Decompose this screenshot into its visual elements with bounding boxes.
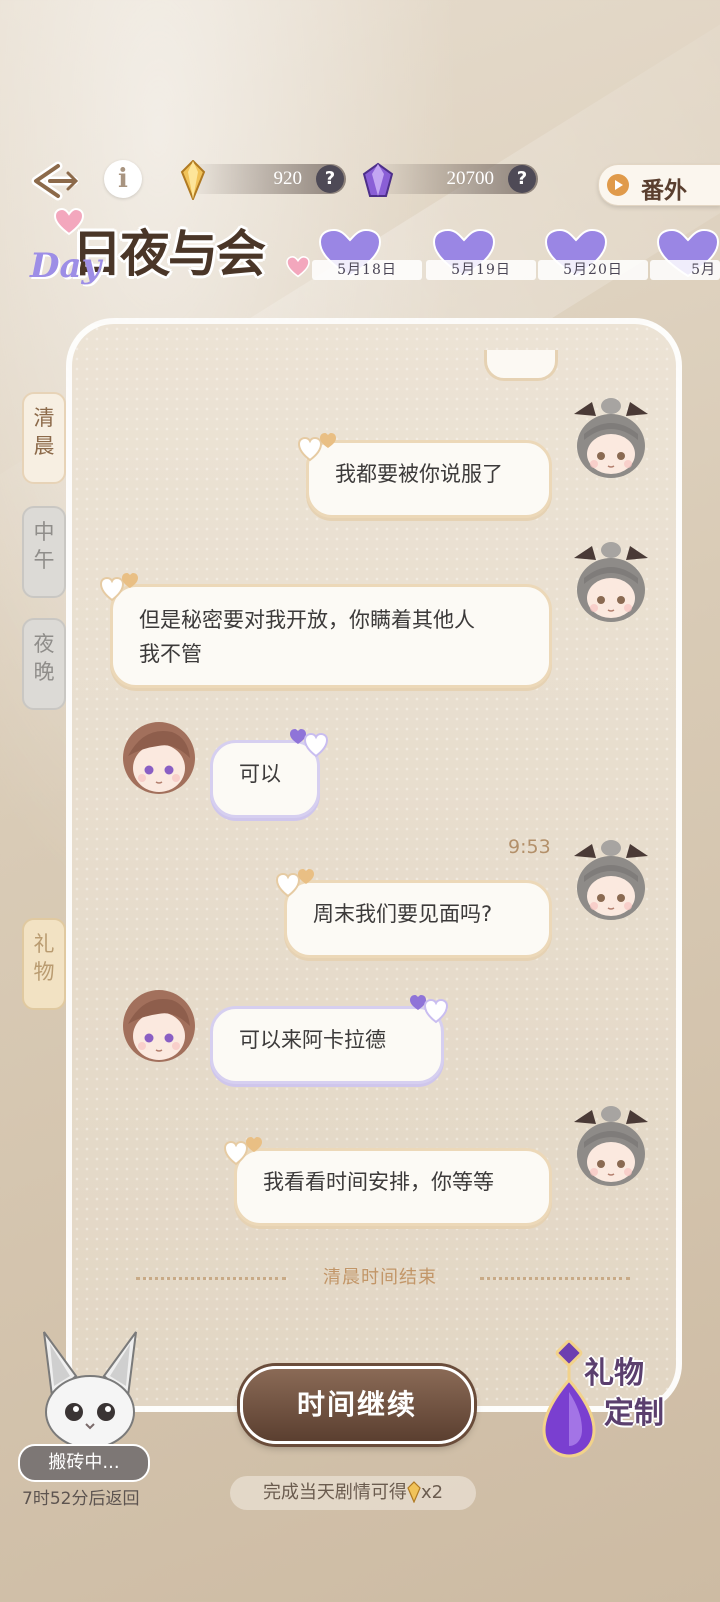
- purple-help-button[interactable]: ?: [508, 165, 536, 193]
- reward-note: 完成当天剧情可得 x2: [230, 1476, 476, 1510]
- message-text: 我不管: [139, 642, 202, 666]
- chat-bubble-player: 我都要被你说服了: [306, 440, 552, 518]
- tab-morning-label: 清晨: [33, 406, 55, 458]
- date-item[interactable]: 5月19日: [426, 228, 536, 288]
- player-avatar: [574, 542, 648, 622]
- message-text: 但是秘密要对我开放，你瞒着其他人: [139, 608, 475, 632]
- chat-bubble-player: 我看看时间安排，你等等: [234, 1148, 552, 1226]
- player-avatar: [574, 840, 648, 920]
- back-button[interactable]: [28, 160, 80, 202]
- npc-avatar: [123, 722, 195, 794]
- message-text: 我看看时间安排，你等等: [263, 1170, 494, 1194]
- gold-crystal-icon: [180, 160, 206, 200]
- heart-icon: [224, 1137, 262, 1166]
- gift-custom-button[interactable]: 礼物 定制: [528, 1340, 698, 1460]
- reward-note-multiplier: x2: [420, 1482, 444, 1503]
- purple-amount: 20700: [446, 168, 495, 189]
- npc-avatar: [123, 990, 195, 1062]
- date-item[interactable]: 5月: [650, 228, 720, 288]
- date-item[interactable]: 5月20日: [538, 228, 648, 288]
- date-item[interactable]: 5月18日: [312, 228, 422, 288]
- info-button[interactable]: i: [104, 160, 142, 198]
- player-avatar: [574, 398, 648, 478]
- back-arrow-icon: [31, 161, 79, 201]
- pet-status: 搬砖中...: [18, 1444, 150, 1482]
- event-day-label: Day: [30, 246, 102, 286]
- date-label: 5月19日: [426, 260, 536, 280]
- play-icon: [607, 174, 629, 196]
- tab-noon[interactable]: 中午: [22, 506, 66, 598]
- message-timestamp: 9:53: [508, 836, 551, 858]
- tab-gift-label: 礼物: [33, 932, 55, 984]
- gold-amount: 920: [273, 168, 303, 189]
- extra-story-label: 番外: [641, 177, 687, 204]
- gift-custom-label: 礼物 定制: [584, 1354, 694, 1434]
- gold-currency: 920 ?: [186, 164, 346, 194]
- gold-crystal-icon: [407, 1481, 421, 1503]
- heart-icon: [286, 256, 310, 278]
- section-end-label: 清晨时间结束: [323, 1267, 437, 1288]
- event-logo: 日夜与会 Day: [24, 206, 314, 306]
- continue-button[interactable]: 时间继续: [240, 1366, 474, 1444]
- tab-morning[interactable]: 清晨: [22, 392, 66, 484]
- pet-return-time: 7时52分后返回: [22, 1489, 140, 1509]
- heart-icon: [298, 433, 336, 462]
- message-text: 我都要被你说服了: [335, 462, 503, 486]
- gift-custom-line2: 定制: [604, 1396, 664, 1431]
- previous-message-bubble: [484, 350, 558, 381]
- tab-night-label: 夜晚: [33, 632, 55, 684]
- player-avatar: [574, 1106, 648, 1186]
- heart-icon: [410, 995, 448, 1024]
- reward-note-text: 完成当天剧情可得: [262, 1482, 407, 1503]
- heart-icon: [276, 869, 314, 898]
- pet-avatar[interactable]: [30, 1326, 150, 1452]
- date-label: 5月18日: [312, 260, 422, 280]
- gold-help-button[interactable]: ?: [316, 165, 344, 193]
- message-text: 可以: [239, 762, 281, 786]
- chat-bubble-player: 但是秘密要对我开放，你瞒着其他人 我不管: [110, 584, 552, 688]
- tab-noon-label: 中午: [33, 520, 55, 572]
- date-label: 5月20日: [538, 260, 648, 280]
- section-end-divider: 清晨时间结束: [130, 1266, 630, 1290]
- tab-gift[interactable]: 礼物: [22, 918, 66, 1010]
- extra-story-button[interactable]: 番外: [598, 164, 720, 206]
- heart-icon: [290, 729, 328, 758]
- purple-gem-icon: [362, 162, 394, 197]
- tab-night[interactable]: 夜晚: [22, 618, 66, 710]
- heart-icon: [100, 573, 138, 602]
- message-text: 周末我们要见面吗?: [313, 902, 493, 926]
- message-text: 可以来阿卡拉德: [239, 1028, 386, 1052]
- gift-custom-line1: 礼物: [584, 1356, 644, 1391]
- date-label: 5月: [650, 260, 720, 280]
- chat-bubble-player: 周末我们要见面吗?: [284, 880, 552, 958]
